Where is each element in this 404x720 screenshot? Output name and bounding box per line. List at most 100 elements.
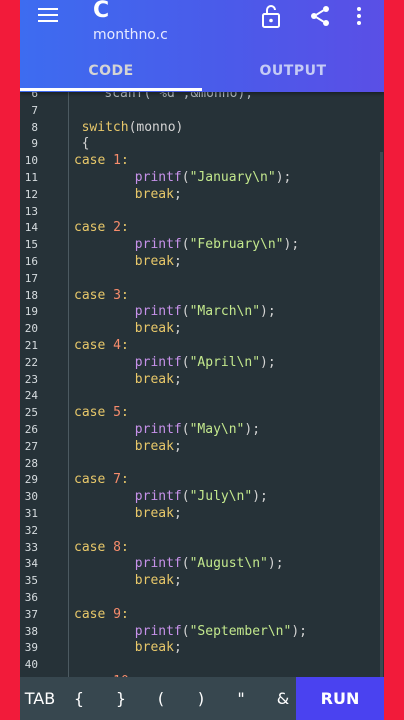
- code-text: printf("March\n");: [135, 304, 276, 321]
- code-token: case: [74, 220, 114, 236]
- line-number: 24: [24, 389, 38, 403]
- code-token: 8: [113, 539, 121, 555]
- code-token: "January\n": [189, 170, 276, 185]
- line-number: 12: [24, 187, 38, 201]
- line-number: 8: [31, 120, 38, 134]
- code-token: 2: [113, 220, 121, 236]
- line-number: 16: [24, 255, 38, 268]
- code-text: break;: [135, 321, 182, 338]
- code-text: break;: [135, 372, 182, 389]
- line-number: 40: [24, 658, 38, 672]
- key-open-paren[interactable]: (: [146, 677, 176, 720]
- lock-open-icon[interactable]: [260, 4, 282, 28]
- more-vert-icon[interactable]: [355, 6, 363, 26]
- code-token: break: [134, 506, 174, 521]
- line-number: 17: [24, 271, 38, 285]
- code-token: ;: [173, 640, 182, 656]
- code-token: printf: [134, 422, 182, 437]
- line-number: 21: [24, 339, 38, 352]
- language-title: C: [93, 0, 110, 23]
- code-token: );: [283, 237, 300, 253]
- code-line: 38 printf("September\n");: [20, 624, 384, 641]
- code-line: 37 case 9:: [20, 607, 384, 624]
- code-line: 10 case 1:: [20, 153, 384, 170]
- line-number: 22: [24, 355, 38, 369]
- code-token: break: [134, 640, 174, 656]
- line-number: 32: [24, 523, 38, 537]
- code-token: ;: [173, 321, 182, 337]
- code-token: (: [181, 489, 190, 505]
- code-line: 7: [20, 103, 384, 120]
- code-token: "March\n": [189, 304, 261, 320]
- code-line: 21 case 4:: [20, 338, 384, 355]
- code-line: 8 switch(monno): [20, 120, 384, 137]
- key-tab[interactable]: TAB: [20, 677, 60, 720]
- code-text: printf("September\n");: [135, 624, 307, 641]
- code-token: (: [181, 170, 190, 185]
- code-text: case 5:: [74, 405, 129, 422]
- code-editor[interactable]: 6 scanf("%d",&monno); 7 8 switch(monno) 9{10 c…: [20, 92, 384, 677]
- line-number: 34: [24, 557, 38, 571]
- code-text: case 8:: [74, 540, 129, 557]
- code-line: 17: [20, 271, 384, 288]
- key-quote[interactable]: ": [226, 677, 256, 720]
- code-token: (: [181, 237, 190, 253]
- code-text: break;: [135, 187, 182, 204]
- line-number: 14: [24, 221, 38, 235]
- active-tab-indicator: [20, 88, 202, 91]
- code-line: 39 break;: [20, 640, 384, 657]
- menu-icon[interactable]: [38, 8, 58, 24]
- code-token: 3: [113, 287, 121, 303]
- code-token: 1: [113, 153, 121, 169]
- code-token: break: [134, 321, 174, 337]
- code-token: );: [291, 623, 307, 639]
- code-text: break;: [135, 640, 182, 657]
- code-line: 19 printf("March\n");: [20, 304, 384, 321]
- code-text: printf("April\n");: [135, 355, 276, 372]
- tab-output[interactable]: OUTPUT: [202, 56, 384, 86]
- code-line: 32: [20, 523, 384, 540]
- code-token: printf: [134, 304, 182, 320]
- phone-screen: C monthno.c CODE OUTPUT 6 scanf("%d",&mon…: [20, 0, 384, 720]
- code-line: 30 printf("July\n");: [20, 489, 384, 506]
- key-ampersand[interactable]: &: [268, 677, 298, 720]
- key-open-brace[interactable]: {: [64, 677, 94, 720]
- code-token: case: [74, 287, 114, 303]
- editor-scrollbar[interactable]: [380, 152, 383, 677]
- share-icon[interactable]: [308, 4, 332, 28]
- code-line: 6 scanf("%d",&monno);: [20, 92, 384, 103]
- code-token: :: [120, 287, 129, 303]
- key-close-paren[interactable]: ): [186, 677, 216, 720]
- code-line: 40: [20, 657, 384, 674]
- code-token: switch: [81, 119, 129, 135]
- code-line: 27 break;: [20, 439, 384, 456]
- code-line: 14 case 2:: [20, 220, 384, 237]
- code-token: break: [134, 254, 174, 269]
- code-token: 9: [113, 606, 121, 622]
- code-line: 25 case 5:: [20, 405, 384, 422]
- line-number: 10: [24, 154, 38, 168]
- code-token: :: [120, 606, 129, 622]
- line-number: 27: [24, 439, 38, 453]
- code-token: break: [134, 438, 174, 454]
- code-token: case: [74, 153, 114, 169]
- code-text: case 3:: [74, 288, 129, 305]
- key-close-brace[interactable]: }: [106, 677, 136, 720]
- code-token: 4: [113, 338, 121, 353]
- code-line: 13: [20, 204, 384, 221]
- code-token: (: [181, 422, 190, 437]
- file-name: monthno.c: [93, 27, 168, 43]
- code-text: printf("May\n");: [135, 422, 260, 439]
- code-token: printf: [134, 237, 182, 253]
- run-button[interactable]: RUN: [296, 677, 384, 720]
- code-line: 18 case 3:: [20, 288, 384, 305]
- code-text: case 1:: [74, 153, 129, 170]
- code-line: 16 break;: [20, 254, 384, 271]
- code-line: 22 printf("April\n");: [20, 355, 384, 372]
- line-number: 13: [24, 204, 38, 218]
- tab-code[interactable]: CODE: [20, 56, 202, 86]
- code-text: printf("July\n");: [135, 489, 268, 506]
- code-line: 34 printf("August\n");: [20, 556, 384, 573]
- code-token: :: [120, 338, 129, 353]
- code-token: :: [120, 405, 129, 421]
